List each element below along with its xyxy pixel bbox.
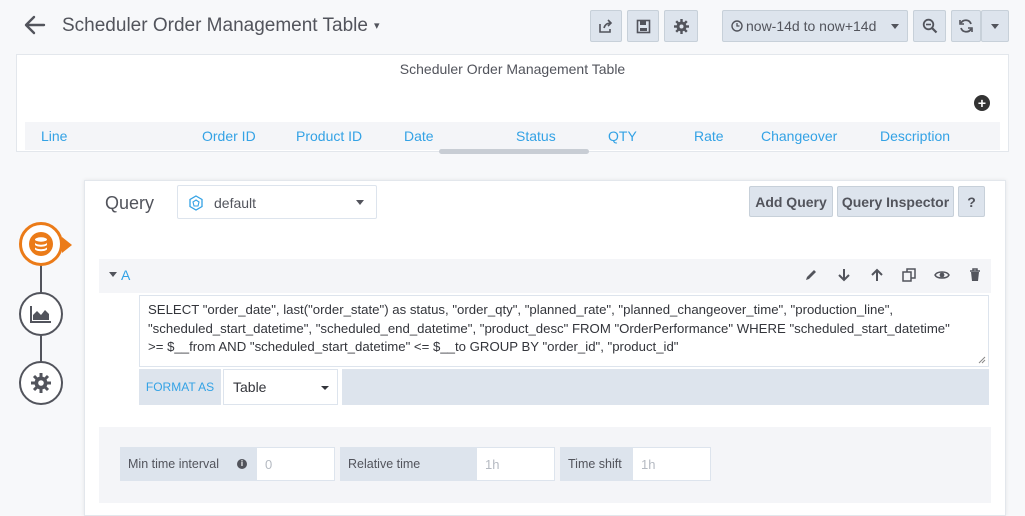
share-icon xyxy=(599,19,613,33)
database-icon xyxy=(29,232,53,256)
refresh-interval-dropdown[interactable] xyxy=(981,10,1009,42)
move-down-icon[interactable] xyxy=(836,267,852,283)
table-panel: Scheduler Order Management Table + Line … xyxy=(16,54,1009,154)
min-interval-label-text: Min time interval xyxy=(128,457,219,471)
time-range-label: now-14d to now+14d xyxy=(746,18,877,34)
back-arrow-icon[interactable] xyxy=(22,12,48,38)
query-ref-id[interactable]: A xyxy=(121,267,130,283)
pencil-icon[interactable] xyxy=(803,267,819,283)
column-header[interactable]: Line xyxy=(41,128,67,144)
zoom-out-button[interactable] xyxy=(913,10,946,42)
queries-tab[interactable] xyxy=(19,222,72,266)
trash-icon[interactable] xyxy=(967,267,983,283)
column-header[interactable]: Changeover xyxy=(761,128,837,144)
collapse-caret-icon[interactable] xyxy=(109,272,117,277)
format-as-label: FORMAT AS xyxy=(139,369,221,405)
datasource-select[interactable]: default xyxy=(177,185,377,219)
sql-line: "scheduled_start_datetime", "scheduled_e… xyxy=(148,320,950,336)
resize-handle-icon[interactable] xyxy=(978,356,986,364)
sql-line: >= $__from AND "scheduled_start_datetime… xyxy=(148,339,679,354)
time-range-picker[interactable]: now-14d to now+14d xyxy=(722,10,908,42)
save-icon xyxy=(636,19,650,33)
format-as-value: Table xyxy=(233,379,267,395)
column-header[interactable]: Product ID xyxy=(296,128,362,144)
add-query-button[interactable]: Add Query xyxy=(749,186,833,217)
chevron-down-icon: ▾ xyxy=(373,20,380,33)
column-header[interactable]: Description xyxy=(880,128,950,144)
chevron-down-icon xyxy=(891,24,899,29)
query-editor: Query default Add Query Query Inspector … xyxy=(84,180,1006,516)
help-button[interactable]: ? xyxy=(958,186,985,217)
move-up-icon[interactable] xyxy=(869,267,885,283)
dashboard-title-text: Scheduler Order Management Table xyxy=(62,15,368,36)
zoom-out-icon xyxy=(922,18,937,34)
general-settings-tab[interactable] xyxy=(19,361,63,405)
chevron-down-icon xyxy=(991,23,999,29)
chevron-down-icon xyxy=(356,200,364,205)
refresh-icon xyxy=(959,19,973,33)
dashboard-title[interactable]: Scheduler Order Management Table ▾ xyxy=(62,15,379,37)
relative-time-label: Relative time xyxy=(340,447,476,481)
sql-line: SELECT "order_date", last("order_state")… xyxy=(148,302,894,317)
area-chart-icon xyxy=(30,306,51,323)
column-header[interactable]: Date xyxy=(404,128,434,144)
query-row-header[interactable]: A xyxy=(99,259,991,293)
time-shift-label: Time shift xyxy=(560,447,632,481)
relative-time-input[interactable]: 1h xyxy=(476,447,555,481)
panel-title[interactable]: Scheduler Order Management Table xyxy=(17,61,1008,77)
refresh-button[interactable] xyxy=(951,10,981,42)
visualization-tab[interactable] xyxy=(19,292,63,336)
min-interval-label: Min time interval i xyxy=(120,447,256,481)
settings-button[interactable] xyxy=(664,10,698,42)
table-header: Line Order ID Product ID Date Status QTY… xyxy=(25,122,1000,150)
query-inspector-button[interactable]: Query Inspector xyxy=(837,186,954,217)
top-navbar: Scheduler Order Management Table ▾ now-14… xyxy=(0,0,1025,52)
share-button[interactable] xyxy=(590,10,622,42)
query-label: Query xyxy=(105,193,155,213)
horizontal-scrollbar[interactable] xyxy=(439,149,589,154)
chevron-down-icon xyxy=(321,386,329,390)
datasource-name: default xyxy=(214,195,257,211)
column-header[interactable]: QTY xyxy=(608,128,637,144)
add-column-icon[interactable]: + xyxy=(974,95,990,111)
save-button[interactable] xyxy=(627,10,659,42)
gear-icon xyxy=(673,18,689,34)
format-row-filler xyxy=(342,369,989,405)
column-header[interactable]: Status xyxy=(516,128,556,144)
format-as-select[interactable]: Table xyxy=(223,369,338,405)
datasource-icon xyxy=(189,195,203,211)
info-icon[interactable]: i xyxy=(237,459,247,469)
column-header[interactable]: Rate xyxy=(694,128,724,144)
cogs-icon xyxy=(31,373,51,393)
column-header[interactable]: Order ID xyxy=(202,128,256,144)
clock-icon xyxy=(731,20,743,32)
format-as-row: FORMAT AS Table xyxy=(139,369,989,405)
eye-icon[interactable] xyxy=(934,267,950,283)
sql-editor[interactable]: SELECT "order_date", last("order_state")… xyxy=(139,295,989,367)
duplicate-icon[interactable] xyxy=(901,267,917,283)
time-shift-input[interactable]: 1h xyxy=(632,447,711,481)
query-options: Min time interval i 0 Relative time 1h Ti… xyxy=(99,427,991,503)
min-interval-input[interactable]: 0 xyxy=(256,447,335,481)
